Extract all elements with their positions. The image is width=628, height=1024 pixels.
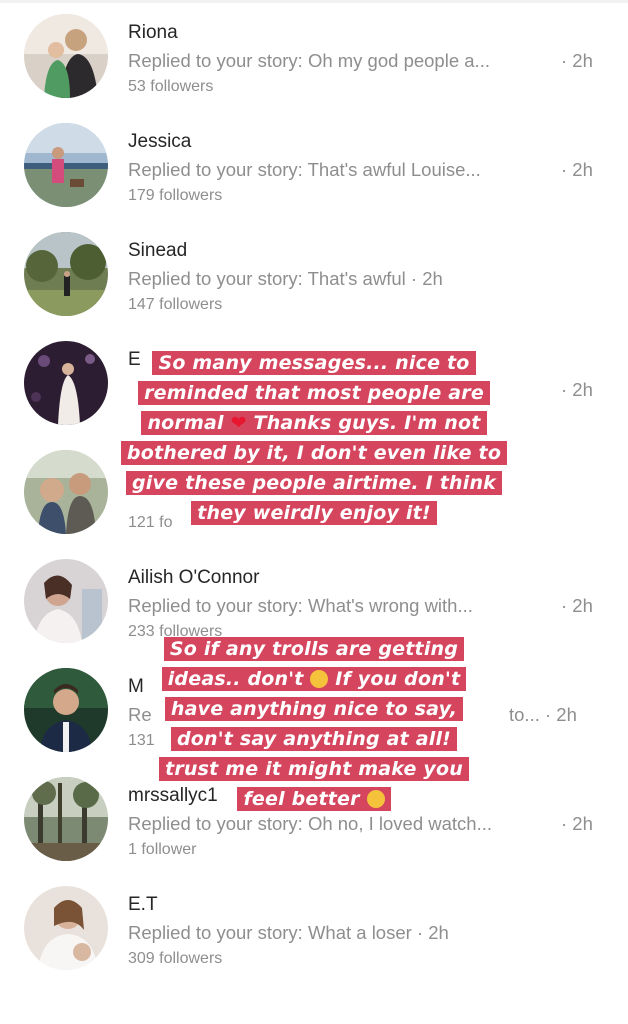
reply-preview: Replied to your story: That's awful Loui… [128,159,481,180]
user-name: Riona [128,22,178,43]
reply-time: · 2h [410,268,443,289]
caption-line: So if any trolls are getting [163,637,465,661]
user-name: Jessica [128,131,192,152]
caption-line: So many messages... nice to [152,351,476,375]
reply-preview: Replied to your story: Oh my god people … [128,50,490,71]
caption-line: trust me it might make you [159,757,469,781]
user-name: E.T [128,894,158,915]
caption-text: feel better [243,788,360,810]
reply-text: Replied to your story: What a loser [128,922,412,943]
caption-line: feel better [237,787,391,811]
reply-time: · 2h [561,813,593,834]
caption-text: If you don't [335,668,461,690]
caption-line: don't say anything at all! [170,727,458,751]
follower-count: 147 followers [128,296,223,313]
reply-time: · 2h [561,159,593,180]
follower-count: 179 followers [128,187,223,204]
follower-count: 309 followers [128,950,223,967]
caption-text: ideas.. don't [167,668,304,690]
list-item[interactable]: Sinead Replied to your story: That's awf… [0,218,628,327]
avatar[interactable] [24,123,108,207]
caption-line: give these people airtime. I think [125,471,503,495]
caption-line: normal ❤ Thanks guys. I'm not [141,411,487,435]
caption-line: they weirdly enjoy it! [191,501,437,525]
avatar[interactable] [24,14,108,98]
avatar[interactable] [24,886,108,970]
laughing-emoji-icon [310,670,329,688]
reply-text: Replied to your story: That's awful [128,268,406,289]
follower-count: 53 followers [128,78,214,95]
story-caption-top: So many messages... nice to reminded tha… [0,350,628,530]
reply-preview: Replied to your story: That's awful · 2h [128,268,443,290]
list-item[interactable]: E.T Replied to your story: What a loser … [0,872,628,981]
reply-time: · 2h [561,595,593,616]
heart-emoji-icon: ❤ [230,412,247,434]
user-name: Sinead [128,240,188,261]
caption-text: normal [147,412,224,434]
user-name: Ailish O'Connor [128,567,260,588]
reply-preview: Replied to your story: What a loser · 2h [128,922,449,944]
caption-line: ideas.. don't If you don't [161,667,467,691]
upside-down-face-emoji-icon [366,790,385,808]
list-item[interactable]: Riona Replied to your story: Oh my god p… [0,0,628,109]
avatar[interactable] [24,559,108,643]
caption-line: have anything nice to say, [164,697,464,721]
avatar[interactable] [24,232,108,316]
reply-preview: Replied to your story: What's wrong with… [128,595,473,616]
reply-time: · 2h [416,922,449,943]
caption-line: bothered by it, I don't even like to [120,441,508,465]
list-item[interactable]: Jessica Replied to your story: That's aw… [0,109,628,218]
follower-count: 1 follower [128,841,197,858]
reply-time: · 2h [561,50,593,71]
caption-line: reminded that most people are [138,381,490,405]
reply-preview: Replied to your story: Oh no, I loved wa… [128,813,493,834]
story-caption-bottom: So if any trolls are getting ideas.. don… [0,636,628,816]
caption-text: Thanks guys. I'm not [253,412,481,434]
